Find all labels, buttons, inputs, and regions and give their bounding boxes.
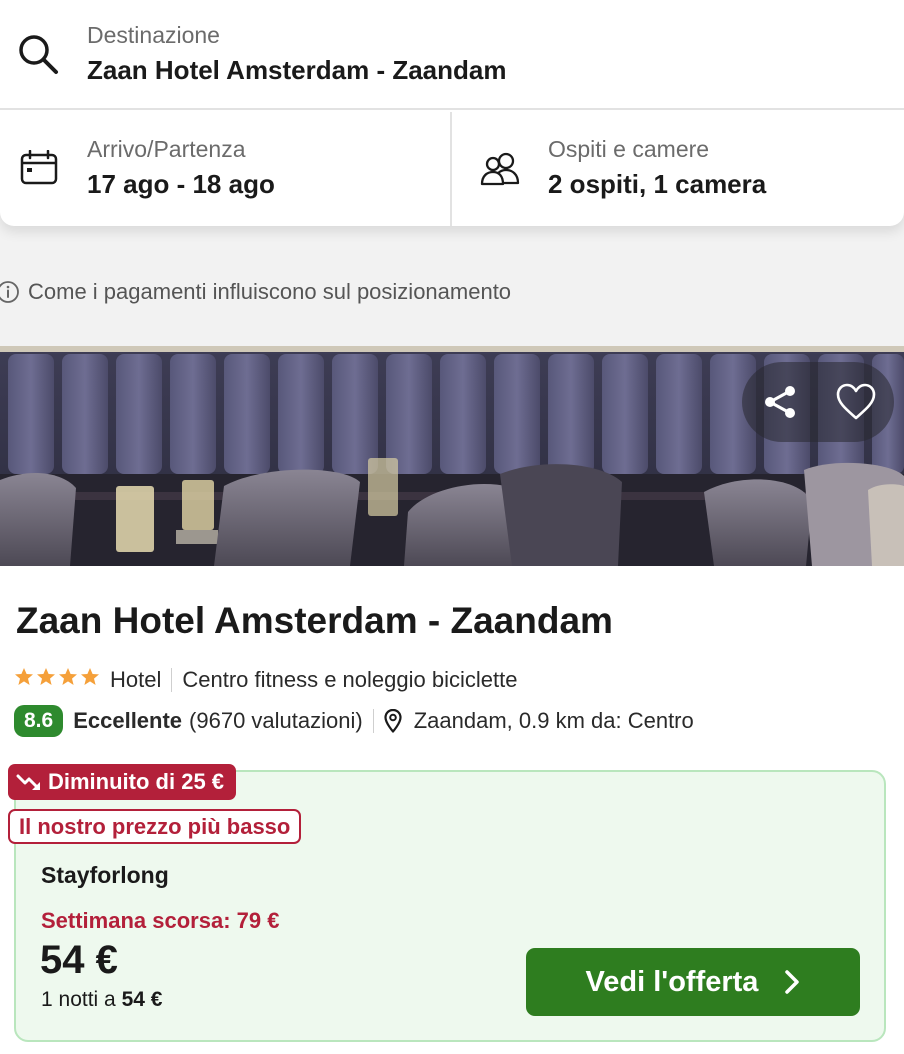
destination-label: Destinazione (87, 22, 220, 48)
star-icon (15, 668, 99, 685)
hotel-name[interactable]: Zaan Hotel Amsterdam - Zaandam (16, 600, 613, 642)
dates-field[interactable]: Arrivo/Partenza 17 ago - 18 ago (0, 112, 450, 226)
calendar-icon (20, 150, 58, 185)
info-icon (0, 281, 19, 303)
hotel-meta-line: Hotel Centro fitness e noleggio biciclet… (14, 664, 517, 696)
share-button[interactable] (742, 362, 818, 442)
chevron-right-icon (785, 970, 800, 994)
lowest-price-badge: Il nostro prezzo più basso (8, 809, 302, 844)
nights-price: 1 notti a 54 € (41, 988, 162, 1012)
nights-prefix: 1 notti a (41, 988, 116, 1011)
rating-count: (9670 valutazioni) (189, 708, 363, 733)
hotel-type: Hotel (110, 667, 162, 692)
favorite-button[interactable] (818, 362, 894, 442)
guests-value: 2 ospiti, 1 camera (548, 169, 767, 199)
guests-field[interactable]: Ospiti e camere 2 ospiti, 1 camera (452, 112, 904, 226)
destination-value: Zaan Hotel Amsterdam - Zaandam (87, 55, 507, 85)
star-rating (14, 667, 100, 693)
search-panel: Destinazione Zaan Hotel Amsterdam - Zaan… (0, 0, 904, 226)
destination-field[interactable]: Destinazione Zaan Hotel Amsterdam - Zaan… (0, 0, 904, 110)
ranking-info-link[interactable]: Come i pagamenti influiscono sul posizio… (0, 276, 511, 308)
hotel-amenities: Centro fitness e noleggio biciclette (182, 667, 518, 692)
search-icon (19, 35, 58, 74)
hotel-rating-line: 8.6 Eccellente (9670 valutazioni) Zaanda… (14, 704, 694, 738)
rating-word: Eccellente (73, 708, 183, 733)
dates-label: Arrivo/Partenza (87, 136, 246, 162)
info-text: Come i pagamenti influiscono sul posizio… (28, 279, 512, 304)
provider-name: Stayforlong (41, 862, 169, 888)
location-pin-icon (384, 709, 402, 733)
nights-price-value: 54 € (121, 988, 163, 1011)
rating-divider (372, 709, 374, 733)
hotel-location: Zaandam, 0.9 km da: Centro (413, 708, 694, 733)
view-deal-label: Vedi l'offerta (585, 965, 759, 998)
price-drop-badge: Diminuito di 25 € (8, 764, 237, 800)
current-price: 54 € (40, 938, 118, 982)
rating-score-badge: 8.6 (14, 705, 64, 737)
guests-icon (480, 152, 520, 186)
price-drop-text: Diminuito di 25 € (48, 769, 225, 794)
guests-label: Ospiti e camere (548, 136, 710, 162)
last-week-price: Settimana scorsa: 79 € (41, 908, 280, 933)
heart-icon (836, 383, 876, 420)
view-deal-button[interactable]: Vedi l'offerta (526, 948, 860, 1016)
share-icon (765, 386, 795, 418)
dates-value: 17 ago - 18 ago (87, 169, 275, 199)
trend-down-icon (16, 774, 40, 790)
meta-divider (171, 668, 173, 692)
image-actions (742, 362, 894, 442)
